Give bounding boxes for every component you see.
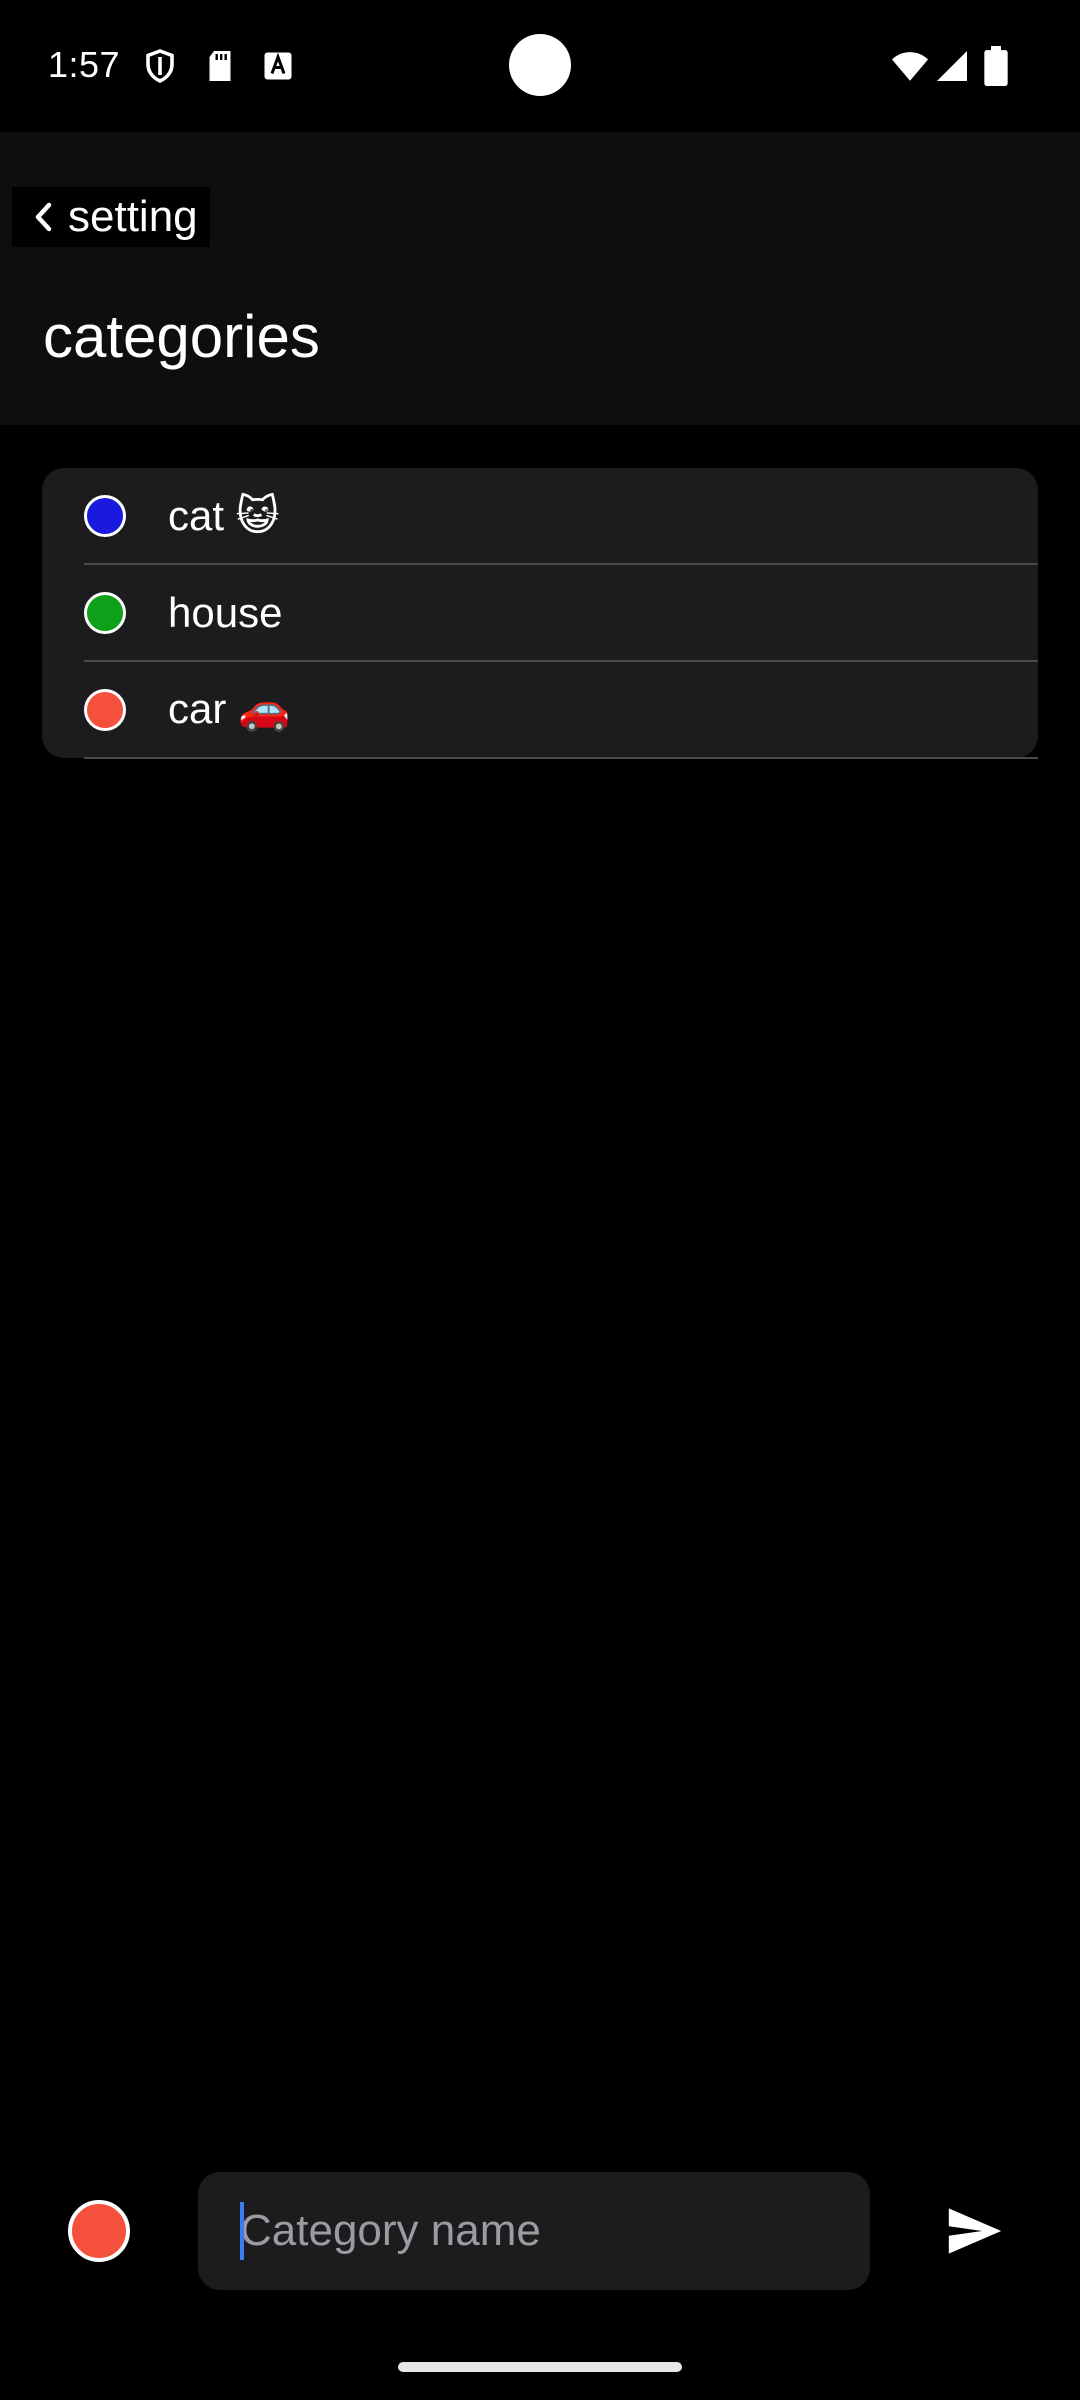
font-a-icon — [264, 52, 292, 80]
send-button[interactable] — [944, 2200, 1006, 2262]
signal-icon — [937, 51, 967, 81]
category-name: car 🚗 — [168, 685, 291, 732]
wifi-icon — [892, 52, 928, 81]
category-name-field — [198, 2172, 870, 2290]
back-label: setting — [68, 192, 198, 241]
battery-icon — [984, 46, 1008, 86]
category-name: house — [168, 588, 283, 636]
category-name: cat 😺 — [168, 492, 280, 539]
category-color-dot — [84, 494, 126, 537]
category-color-dot — [84, 591, 126, 634]
category-item-cat[interactable]: cat 😺 — [84, 468, 1038, 565]
header: setting categories — [0, 132, 1080, 425]
shield-icon — [146, 49, 174, 83]
page-title: categories — [43, 303, 320, 370]
category-color-dot — [84, 688, 126, 731]
category-item-car[interactable]: car 🚗 — [84, 662, 1038, 759]
chevron-left-icon — [35, 202, 52, 232]
color-picker-button[interactable] — [68, 2200, 130, 2262]
home-indicator[interactable] — [398, 2362, 682, 2372]
category-name-input[interactable] — [240, 2172, 840, 2290]
status-bar: 1:57 — [0, 0, 1080, 132]
camera-cutout — [509, 34, 571, 96]
category-list: cat 😺 house car 🚗 — [42, 468, 1038, 759]
text-cursor — [240, 2202, 244, 2260]
sd-card-icon — [209, 51, 231, 81]
category-item-house[interactable]: house — [84, 565, 1038, 662]
screen: 1:57 setting categories cat 😺 house car … — [0, 0, 1080, 2400]
send-icon — [948, 2208, 1002, 2254]
status-time: 1:57 — [48, 44, 121, 85]
back-button[interactable]: setting — [12, 187, 210, 247]
